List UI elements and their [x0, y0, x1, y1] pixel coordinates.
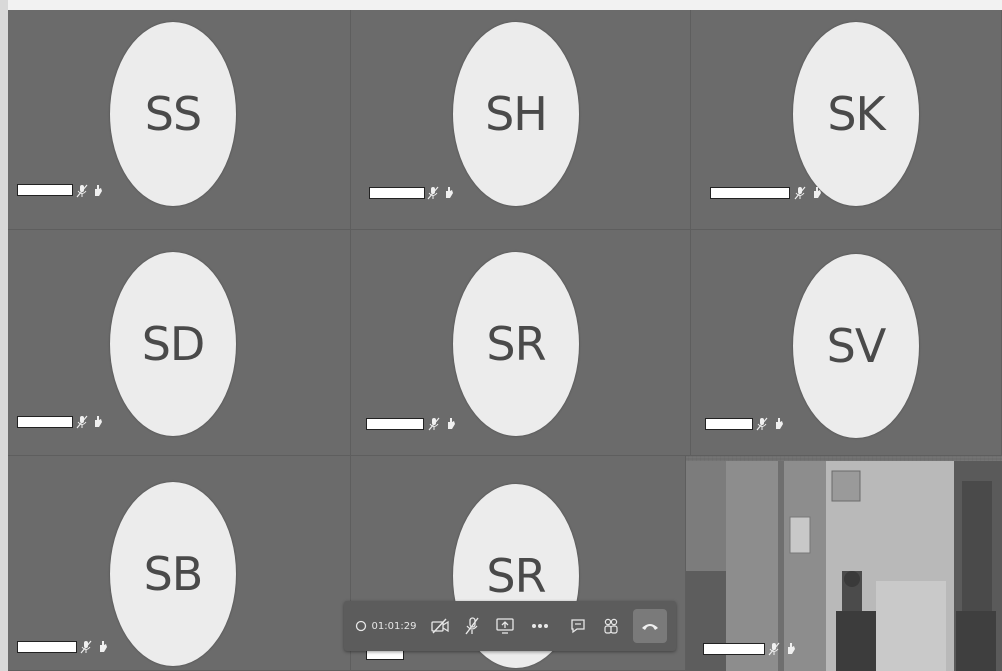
mic-off-button[interactable]	[456, 601, 488, 651]
self-name-redacted	[703, 643, 765, 655]
participants-button[interactable]	[594, 601, 628, 651]
mic-off-icon	[76, 415, 88, 429]
hand-icon	[776, 418, 783, 429]
hand-icon	[95, 416, 102, 427]
share-screen-button[interactable]	[488, 601, 522, 651]
call-timer: 01:01:29	[371, 620, 417, 632]
participant-name-redacted	[17, 641, 77, 653]
participant-avatar: SH	[453, 22, 579, 206]
hand-icon	[95, 185, 102, 196]
participant-name-redacted	[710, 187, 790, 199]
hand-icon	[788, 643, 795, 654]
participant-initials: SB	[143, 547, 204, 601]
participant-avatar: SB	[110, 482, 236, 666]
camera-off-icon	[431, 618, 449, 634]
participant-avatar: SV	[793, 254, 919, 438]
window-left-edge	[0, 0, 8, 671]
more-options-icon	[532, 624, 548, 628]
hang-up-button[interactable]	[628, 601, 672, 651]
chat-button[interactable]	[562, 601, 594, 651]
participant-initials: SK	[827, 87, 885, 141]
chat-icon	[571, 619, 585, 634]
record-indicator-icon	[350, 601, 372, 651]
mic-off-icon	[768, 642, 780, 656]
participant-avatar: SR	[453, 252, 579, 436]
participants-icon	[604, 618, 618, 634]
mic-off-icon	[80, 640, 92, 654]
mic-off-icon	[465, 617, 479, 635]
participant-name-redacted	[17, 184, 73, 196]
window-top-edge	[0, 0, 1002, 10]
participant-name-redacted	[705, 418, 753, 430]
mic-off-icon	[756, 417, 768, 431]
participant-initials: SR	[486, 549, 546, 603]
participant-avatar: SS	[110, 22, 236, 206]
camera-off-button[interactable]	[424, 601, 456, 651]
more-options-button[interactable]	[522, 601, 558, 651]
participant-initials: SV	[826, 319, 887, 373]
hand-icon	[448, 418, 455, 429]
self-video-tile[interactable]	[686, 461, 1002, 671]
call-control-bar: 01:01:29	[344, 601, 676, 651]
participant-initials: SD	[141, 317, 206, 371]
hang-up-icon	[633, 609, 667, 643]
mic-off-icon	[76, 184, 88, 198]
mic-off-icon	[428, 417, 440, 431]
room-camera-image	[686, 461, 1002, 671]
mic-off-icon	[427, 186, 439, 200]
participant-initials: SS	[144, 87, 202, 141]
participant-name-redacted	[17, 416, 73, 428]
hand-icon	[446, 187, 453, 198]
share-screen-icon	[496, 618, 514, 634]
mic-off-icon	[794, 186, 806, 200]
hand-icon	[100, 641, 107, 652]
participant-name-redacted	[369, 187, 425, 199]
participant-initials: SH	[485, 87, 548, 141]
participant-avatar: SK	[793, 22, 919, 206]
participant-initials: SR	[486, 317, 546, 371]
hand-icon	[814, 187, 821, 198]
participant-avatar: SD	[110, 252, 236, 436]
participant-name-redacted	[366, 418, 424, 430]
